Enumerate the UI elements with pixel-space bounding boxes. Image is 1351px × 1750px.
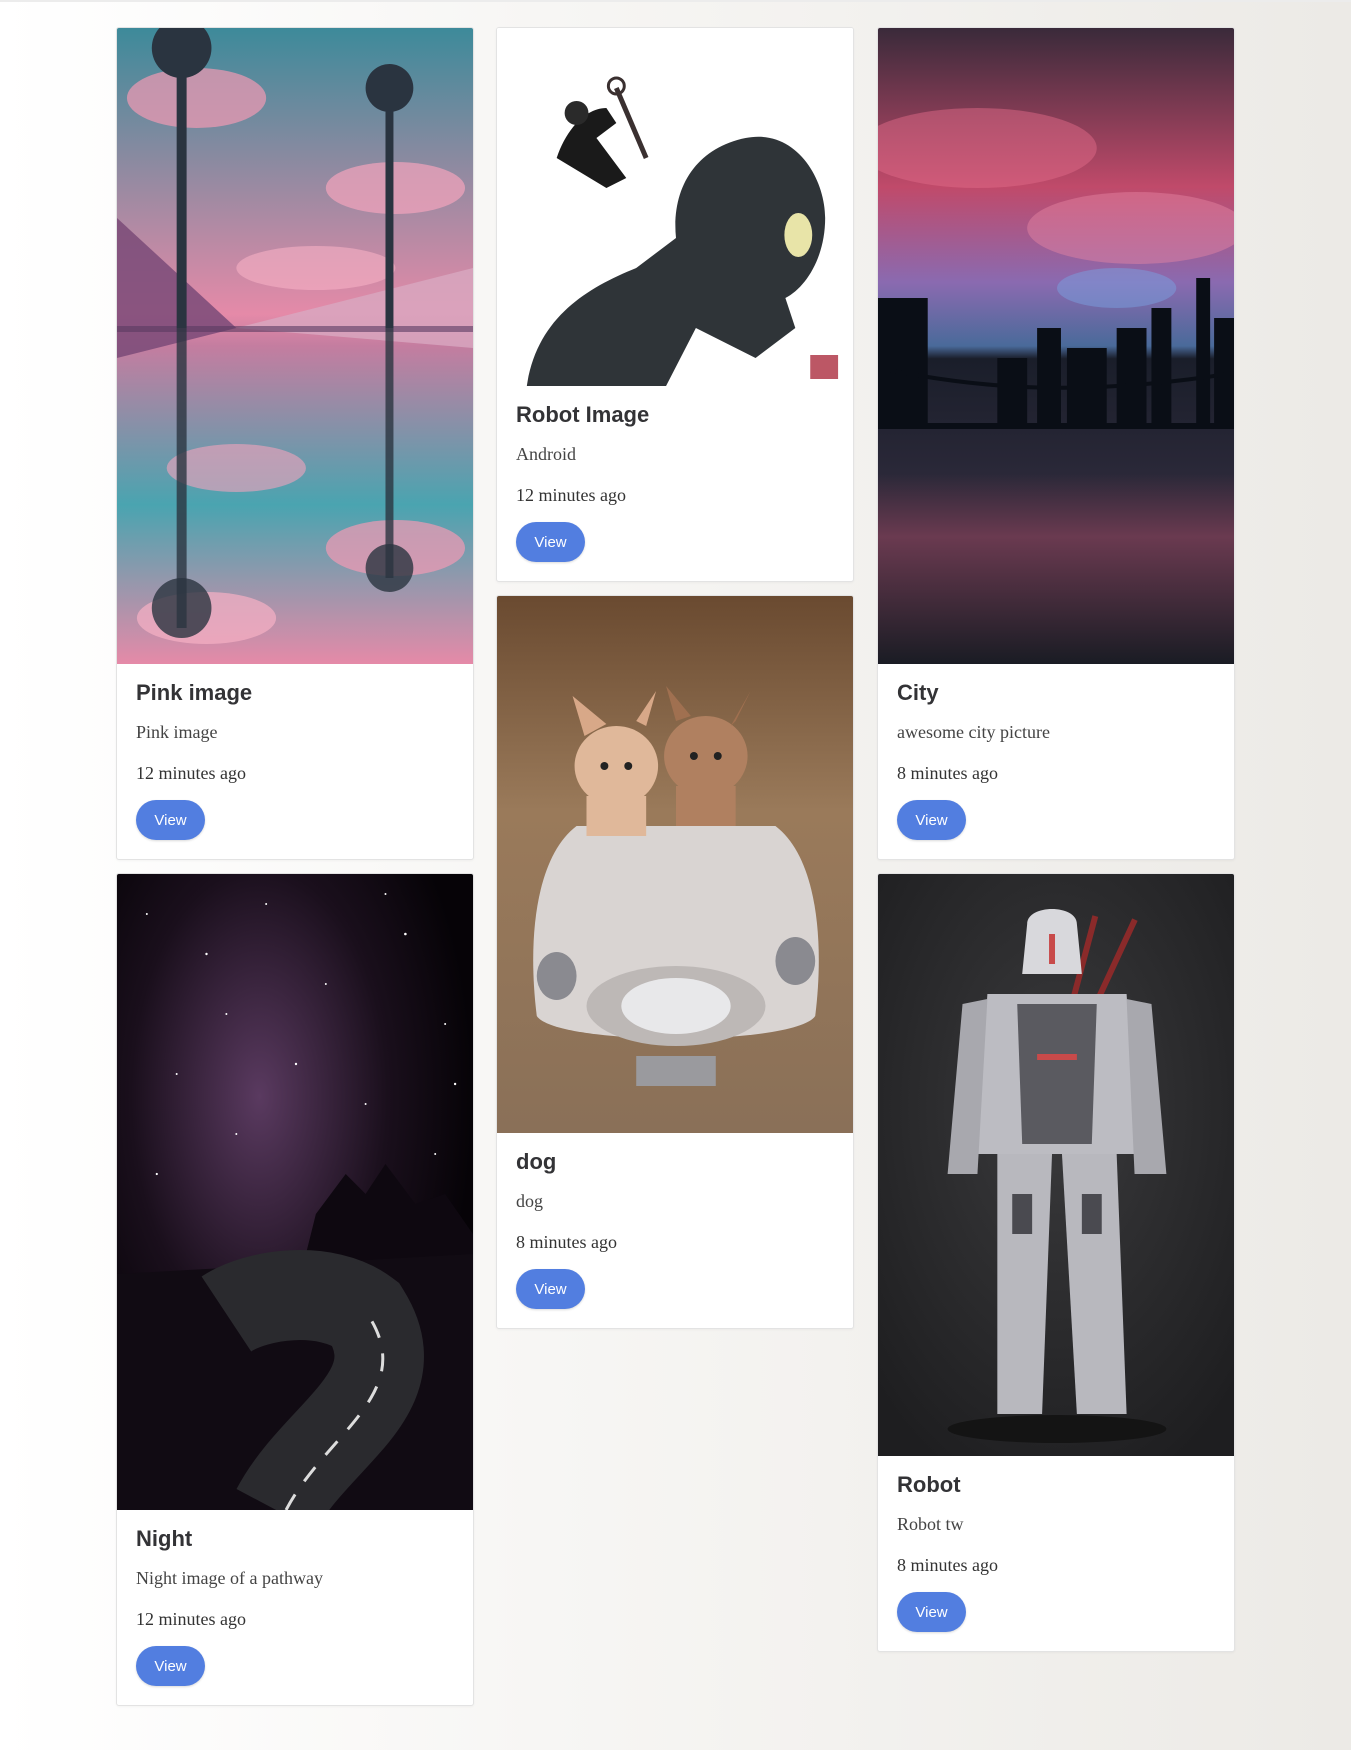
- card-timestamp: 12 minutes ago: [136, 1609, 246, 1629]
- image-card: Robot Image Android 12 minutes ago View: [496, 27, 854, 582]
- gallery-column-1: Pink image Pink image 12 minutes ago Vie…: [116, 27, 474, 1719]
- card-body: City awesome city picture 8 minutes ago …: [878, 664, 1234, 859]
- card-body: Robot Image Android 12 minutes ago View: [497, 386, 853, 581]
- card-description: Pink image: [136, 722, 218, 742]
- card-body: Night Night image of a pathway 12 minute…: [117, 1510, 473, 1705]
- card-body: Pink image Pink image 12 minutes ago Vie…: [117, 664, 473, 859]
- image-card: City awesome city picture 8 minutes ago …: [877, 27, 1235, 860]
- card-image[interactable]: [878, 874, 1234, 1456]
- top-divider: [0, 0, 1351, 2]
- card-image[interactable]: [117, 874, 473, 1510]
- card-image[interactable]: [497, 596, 853, 1133]
- card-body: dog dog 8 minutes ago View: [497, 1133, 853, 1328]
- image-gallery: Pink image Pink image 12 minutes ago Vie…: [116, 27, 1236, 1727]
- card-description: Android: [516, 444, 576, 464]
- card-timestamp: 12 minutes ago: [516, 485, 626, 505]
- card-image[interactable]: [497, 28, 853, 386]
- card-title: Night: [136, 1526, 193, 1551]
- card-timestamp: 8 minutes ago: [897, 763, 998, 783]
- card-title: Robot: [897, 1472, 961, 1497]
- card-timestamp: 8 minutes ago: [897, 1555, 998, 1575]
- card-image[interactable]: [117, 28, 473, 664]
- card-description: awesome city picture: [897, 722, 1050, 742]
- view-button[interactable]: View: [136, 800, 205, 840]
- card-description: dog: [516, 1191, 543, 1211]
- card-title: dog: [516, 1149, 557, 1174]
- image-card: Night Night image of a pathway 12 minute…: [116, 873, 474, 1706]
- card-title: Pink image: [136, 680, 253, 705]
- card-image[interactable]: [878, 28, 1234, 664]
- view-button[interactable]: View: [136, 1646, 205, 1686]
- view-button[interactable]: View: [897, 800, 966, 840]
- card-body: Robot Robot tw 8 minutes ago View: [878, 1456, 1234, 1651]
- card-description: Night image of a pathway: [136, 1568, 323, 1588]
- card-title: Robot Image: [516, 402, 650, 427]
- card-timestamp: 8 minutes ago: [516, 1232, 617, 1252]
- card-description: Robot tw: [897, 1514, 964, 1534]
- view-button[interactable]: View: [516, 1269, 585, 1309]
- gallery-column-3: City awesome city picture 8 minutes ago …: [877, 27, 1235, 1665]
- card-title: City: [897, 680, 939, 705]
- card-timestamp: 12 minutes ago: [136, 763, 246, 783]
- view-button[interactable]: View: [897, 1592, 966, 1632]
- view-button[interactable]: View: [516, 522, 585, 562]
- image-card: Pink image Pink image 12 minutes ago Vie…: [116, 27, 474, 860]
- image-card: Robot Robot tw 8 minutes ago View: [877, 873, 1235, 1652]
- gallery-column-2: Robot Image Android 12 minutes ago View: [496, 27, 854, 1342]
- image-card: dog dog 8 minutes ago View: [496, 595, 854, 1329]
